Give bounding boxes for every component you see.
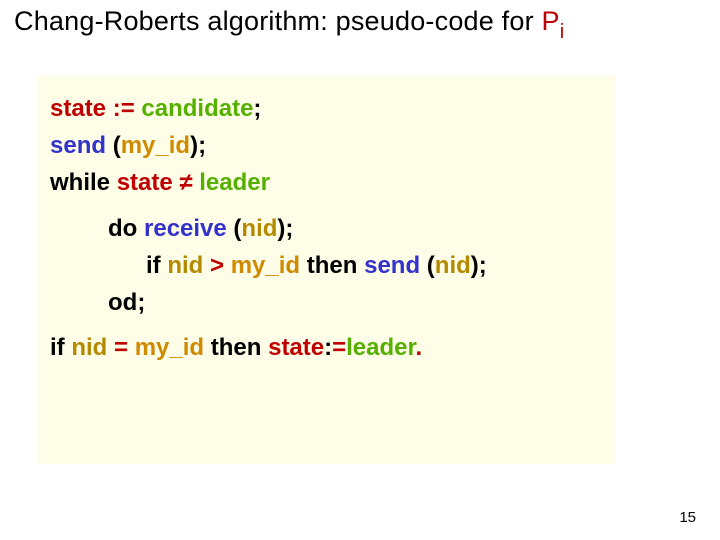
tok-myid: my_id — [121, 132, 190, 159]
tok-semi: ; — [285, 215, 293, 242]
tok-gt: > — [210, 252, 224, 279]
code-line-4: do receive (nid); — [50, 210, 604, 247]
tok-od: od — [108, 289, 137, 316]
tok-receive: receive — [144, 215, 227, 242]
tok-colon: : — [324, 334, 332, 361]
tok-state: state — [117, 169, 173, 196]
code-line-6: od; — [50, 284, 604, 321]
title-prefix: Chang-Roberts algorithm: pseudo-code for — [14, 6, 541, 36]
tok-nid: nid — [241, 215, 277, 242]
tok-then: then — [307, 252, 358, 279]
tok-do: do — [108, 215, 137, 242]
tok-semi: ; — [137, 289, 145, 316]
page-number: 15 — [679, 509, 696, 526]
code-line-5: if nid > my_id then send (nid); — [50, 247, 604, 284]
tok-if: if — [146, 252, 161, 279]
tok-myid: my_id — [231, 252, 300, 279]
tok-lp: ( — [427, 252, 435, 279]
code-line-2: send (my_id); — [50, 127, 604, 164]
tok-dot: . — [416, 334, 423, 361]
title-P: P — [541, 6, 559, 36]
code-line-1: state := candidate; — [50, 90, 604, 127]
slide-title: Chang-Roberts algorithm: pseudo-code for… — [14, 6, 706, 42]
tok-rp: ) — [471, 252, 479, 279]
tok-if: if — [50, 334, 65, 361]
tok-neq: ≠ — [179, 169, 192, 196]
tok-nid: nid — [71, 334, 107, 361]
tok-candidate: candidate — [141, 95, 253, 122]
tok-semi: ; — [253, 95, 261, 122]
tok-rp: ) — [190, 132, 198, 159]
tok-leader: leader — [199, 169, 270, 196]
tok-nid: nid — [435, 252, 471, 279]
tok-assign: := — [113, 95, 135, 122]
tok-then: then — [211, 334, 262, 361]
title-subscript-i: i — [560, 21, 565, 43]
tok-myid: my_id — [135, 334, 204, 361]
code-box: state := candidate; send (my_id); while … — [38, 76, 616, 464]
tok-nid: nid — [167, 252, 203, 279]
blank-gap — [50, 321, 604, 329]
blank-gap — [50, 202, 604, 210]
tok-semi: ; — [198, 132, 206, 159]
tok-state: state — [50, 95, 106, 122]
tok-eq2: = — [332, 334, 346, 361]
code-line-3: while state ≠ leader — [50, 164, 604, 201]
slide: Chang-Roberts algorithm: pseudo-code for… — [0, 0, 720, 540]
tok-send: send — [364, 252, 420, 279]
tok-lp: ( — [113, 132, 121, 159]
tok-semi: ; — [479, 252, 487, 279]
tok-state: state — [268, 334, 324, 361]
tok-send: send — [50, 132, 106, 159]
tok-leader: leader — [346, 334, 415, 361]
tok-eq: = — [114, 334, 128, 361]
tok-while: while — [50, 169, 110, 196]
code-line-7: if nid = my_id then state:=leader. — [50, 329, 604, 366]
